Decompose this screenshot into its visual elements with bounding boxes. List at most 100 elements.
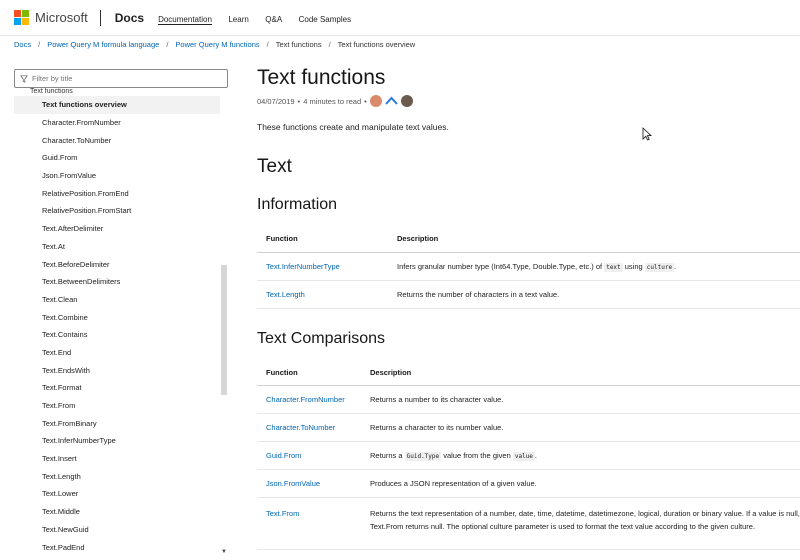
logo-blue xyxy=(14,18,21,25)
breadcrumb-sep: / xyxy=(166,40,169,49)
breadcrumb: Docs / Power Query M formula language / Po… xyxy=(14,40,415,49)
toc-item[interactable]: RelativePosition.FromEnd xyxy=(14,184,220,202)
function-link[interactable]: Character.FromNumber xyxy=(266,395,345,404)
column-header-function: Function xyxy=(257,359,361,386)
table-row: Text.From Returns the text representatio… xyxy=(257,497,800,550)
table-header-row: Function Description xyxy=(257,226,800,253)
breadcrumb-current: Text functions overview xyxy=(337,40,416,49)
toc-item[interactable]: Text.Clean xyxy=(14,291,220,309)
top-header: Microsoft Docs Documentation Learn Q&A C… xyxy=(0,0,800,36)
function-link[interactable]: Text.InferNumberType xyxy=(266,262,340,271)
scroll-down-icon[interactable]: ▼ xyxy=(220,548,228,556)
breadcrumb-power-query-m[interactable]: Power Query M formula language xyxy=(47,40,159,49)
toc-item[interactable]: Json.FromValue xyxy=(14,167,220,185)
filter-icon xyxy=(20,74,28,83)
function-link[interactable]: Text.From xyxy=(266,509,299,518)
toc-item[interactable]: Text.BetweenDelimiters xyxy=(14,273,220,291)
toc-item[interactable]: Text.End xyxy=(14,344,220,362)
microsoft-logo-icon[interactable] xyxy=(14,10,29,25)
toc-item[interactable]: Text.Insert xyxy=(14,450,220,468)
filter-input[interactable] xyxy=(32,74,212,83)
toc-item[interactable]: Text.AfterDelimiter xyxy=(14,220,220,238)
breadcrumb-m-functions[interactable]: Power Query M functions xyxy=(175,40,259,49)
table-row: Guid.From Returns a Guid.Type value from… xyxy=(257,441,800,470)
breadcrumb-text-functions[interactable]: Text functions xyxy=(276,40,322,49)
toc-item[interactable]: Text.Combine xyxy=(14,308,220,326)
page-title: Text functions xyxy=(257,66,386,89)
function-description: Infers granular number type (Int64.Type,… xyxy=(388,252,800,281)
function-link[interactable]: Text.Length xyxy=(266,290,305,299)
article-meta: 04/07/2019 • 4 minutes to read • xyxy=(257,94,800,108)
table-header-row: Function Description xyxy=(257,359,800,386)
toc-item[interactable]: Text.Middle xyxy=(14,503,220,521)
toc-item[interactable]: RelativePosition.FromStart xyxy=(14,202,220,220)
column-header-description: Description xyxy=(388,226,800,253)
breadcrumb-docs[interactable]: Docs xyxy=(14,40,31,49)
toc-item[interactable]: Character.FromNumber xyxy=(14,114,220,132)
toc-item[interactable]: Guid.From xyxy=(14,149,220,167)
section-heading-text: Text xyxy=(257,156,292,177)
toc-filter[interactable] xyxy=(14,69,228,88)
main-content: Text functions 04/07/2019 • 4 minutes to… xyxy=(257,60,800,550)
toc-item[interactable]: Text.BeforeDelimiter xyxy=(14,255,220,273)
function-description: Returns a character to its number value. xyxy=(361,413,800,442)
contributor-avatar[interactable] xyxy=(385,96,398,106)
header-divider xyxy=(99,9,101,26)
toc-item[interactable]: Text.Lower xyxy=(14,485,220,503)
toc-item[interactable]: Text.PadEnd xyxy=(14,538,220,556)
text-comparisons-table: Function Description Character.FromNumbe… xyxy=(257,359,800,550)
toc-item[interactable]: Text.At xyxy=(14,238,220,256)
breadcrumb-sep: / xyxy=(328,40,331,49)
toc-item[interactable]: Text.InferNumberType xyxy=(14,432,220,450)
toc-item[interactable]: Character.ToNumber xyxy=(14,131,220,149)
logo-red xyxy=(14,10,21,17)
table-row: Character.ToNumber Returns a character t… xyxy=(257,413,800,442)
meta-sep: • xyxy=(364,96,367,106)
nav-code-samples[interactable]: Code Samples xyxy=(299,15,351,24)
table-row: Text.InferNumberType Infers granular num… xyxy=(257,252,800,281)
toc-list: Text functions Text functions overview Ch… xyxy=(14,88,220,560)
function-link[interactable]: Character.ToNumber xyxy=(266,423,335,432)
brand-name[interactable]: Microsoft xyxy=(35,10,88,25)
nav-documentation[interactable]: Documentation xyxy=(158,14,212,25)
nav-qa[interactable]: Q&A xyxy=(265,15,282,24)
function-description: Returns a Guid.Type value from the given… xyxy=(361,441,800,470)
toc-item[interactable]: Text.Length xyxy=(14,467,220,485)
table-row: Text.Length Returns the number of charac… xyxy=(257,280,800,309)
breadcrumb-sep: / xyxy=(38,40,41,49)
toc-item[interactable]: Text.FromBinary xyxy=(14,414,220,432)
contributor-avatar[interactable] xyxy=(400,95,413,107)
toc-scroll-thumb[interactable] xyxy=(221,265,227,395)
column-header-function: Function xyxy=(257,226,388,253)
function-description: Returns the number of characters in a te… xyxy=(388,280,800,309)
read-time: 4 minutes to read xyxy=(303,96,362,106)
table-row: Character.FromNumber Returns a number to… xyxy=(257,385,800,414)
toc-item[interactable]: Text.Contains xyxy=(14,326,220,344)
product-title[interactable]: Docs xyxy=(115,11,144,25)
logo-green xyxy=(22,10,29,17)
article-date: 04/07/2019 xyxy=(257,96,295,106)
toc-parent-text-functions[interactable]: Text functions xyxy=(14,88,220,96)
intro-text: These functions create and manipulate te… xyxy=(257,122,449,132)
function-link[interactable]: Guid.From xyxy=(266,451,301,460)
toc-item[interactable]: Text.NewGuid xyxy=(14,521,220,539)
section-heading-information: Information xyxy=(257,196,338,213)
function-description: Produces a JSON representation of a give… xyxy=(361,469,800,498)
table-row: Json.FromValue Produces a JSON represent… xyxy=(257,469,800,498)
function-link[interactable]: Json.FromValue xyxy=(266,479,320,488)
toc-item[interactable]: Text.Format xyxy=(14,379,220,397)
logo-yellow xyxy=(22,18,29,25)
function-description: Returns the text representation of a num… xyxy=(361,497,800,550)
mouse-cursor-icon xyxy=(642,127,652,141)
toc-item[interactable]: Text.EndsWith xyxy=(14,361,220,379)
column-header-description: Description xyxy=(361,359,800,386)
toc-item[interactable]: Text functions overview xyxy=(14,96,220,114)
nav-learn[interactable]: Learn xyxy=(228,15,248,24)
top-nav: Documentation Learn Q&A Code Samples xyxy=(158,9,363,27)
toc-item[interactable]: Text.From xyxy=(14,397,220,415)
section-heading-text-comparisons: Text Comparisons xyxy=(257,329,386,347)
contributor-avatar[interactable] xyxy=(369,95,382,107)
function-description: Returns a number to its character value. xyxy=(361,385,800,414)
meta-sep: • xyxy=(297,96,301,106)
information-table: Function Description Text.InferNumberTyp… xyxy=(257,226,800,309)
